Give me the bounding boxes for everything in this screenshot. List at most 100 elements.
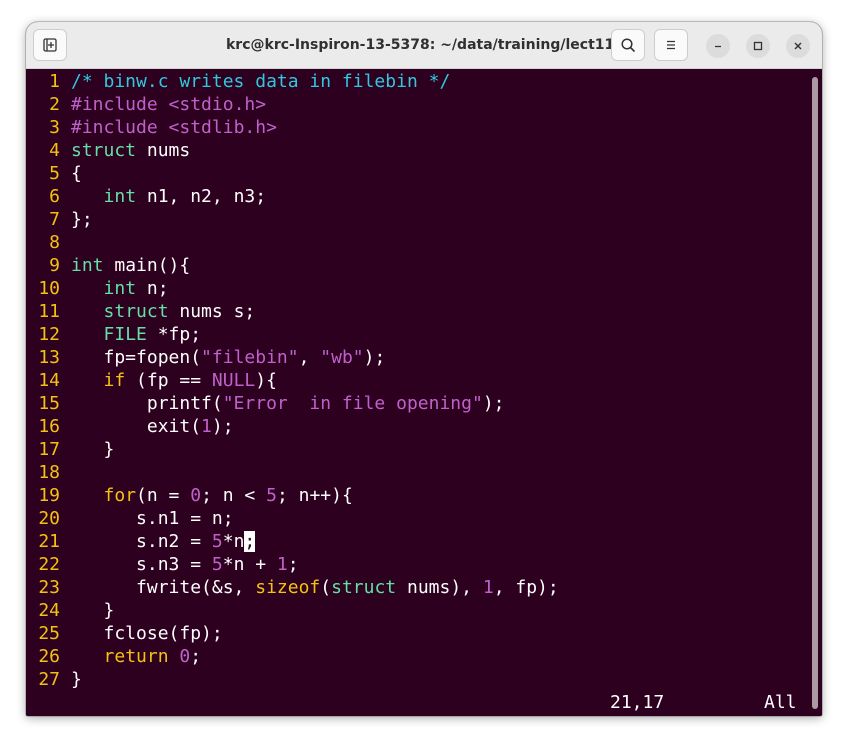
terminal-content[interactable]: 1 /* binw.c writes data in filebin */ 2 #in… — [26, 69, 822, 716]
minimize-button[interactable] — [706, 34, 730, 58]
code-token: ); — [482, 393, 505, 414]
code-line[interactable]: 14 if (fp == NULL){ — [26, 369, 559, 392]
line-number: 17 — [38, 439, 60, 460]
code-token: #include — [71, 117, 169, 138]
code-token: main(){ — [103, 255, 191, 276]
code-token: "wb" — [320, 347, 364, 368]
code-token: ; n++){ — [276, 485, 353, 506]
code-token: struct — [331, 577, 397, 598]
line-number: 18 — [38, 462, 60, 483]
line-number: 1 — [49, 71, 60, 92]
new-tab-icon — [43, 38, 57, 52]
title-bar[interactable]: krc@krc-Inspiron-13-5378: ~/data/trainin… — [26, 22, 822, 69]
code-token: <stdlib.h> — [168, 117, 277, 138]
minimize-icon — [715, 45, 721, 48]
code-token: 1 — [276, 554, 288, 575]
line-number: 21 — [38, 531, 60, 552]
vim-editor-buffer[interactable]: 1 /* binw.c writes data in filebin */ 2 #in… — [26, 70, 559, 691]
terminal-window: krc@krc-Inspiron-13-5378: ~/data/trainin… — [26, 22, 822, 716]
code-token: , fp); — [493, 577, 559, 598]
code-line[interactable]: 27} — [26, 668, 559, 691]
code-line[interactable]: 15 printf("Error in file opening"); — [26, 392, 559, 415]
code-token: struct — [71, 140, 137, 161]
code-token: s.n1 = n; — [71, 508, 234, 529]
code-token: for — [103, 485, 137, 506]
code-token: } — [71, 439, 115, 460]
line-number: 25 — [38, 623, 60, 644]
code-token: FILE — [103, 324, 147, 345]
code-token: sizeof — [255, 577, 321, 598]
code-line[interactable]: 4 struct nums — [26, 139, 559, 162]
code-line[interactable]: 16 exit(1); — [26, 415, 559, 438]
code-line[interactable]: 21 s.n2 = 5*n; — [26, 530, 559, 553]
code-line[interactable]: 23 fwrite(&s, sizeof(struct nums), 1, fp… — [26, 576, 559, 599]
code-token: (fp == — [125, 370, 212, 391]
code-line[interactable]: 12 FILE *fp; — [26, 323, 559, 346]
code-token: } — [71, 669, 82, 690]
code-line[interactable]: 3 #include <stdlib.h> — [26, 116, 559, 139]
code-line[interactable]: 11 struct nums s; — [26, 300, 559, 323]
code-line[interactable]: 20 s.n1 = n; — [26, 507, 559, 530]
line-number: 22 — [38, 554, 60, 575]
line-number: 24 — [38, 600, 60, 621]
line-number: 6 — [49, 186, 60, 207]
line-number: 27 — [38, 669, 60, 690]
code-line[interactable]: 6 int n1, n2, n3; — [26, 185, 559, 208]
code-line[interactable]: 17 } — [26, 438, 559, 461]
code-token: *fp; — [146, 324, 202, 345]
menu-button[interactable] — [654, 29, 688, 61]
code-line[interactable]: 18 — [26, 461, 559, 484]
text-cursor: ; — [244, 531, 256, 552]
code-token: ); — [211, 416, 234, 437]
line-number: 13 — [38, 347, 60, 368]
code-line[interactable]: 5{ — [26, 162, 559, 185]
line-number: 14 — [38, 370, 60, 391]
code-token: fwrite(&s, — [71, 577, 256, 598]
line-number: 5 — [49, 163, 60, 184]
line-number: 4 — [49, 140, 60, 161]
code-token: ){ — [255, 370, 277, 391]
line-number: 10 — [38, 278, 60, 299]
line-number: 23 — [38, 577, 60, 598]
code-line[interactable]: 10 int n; — [26, 277, 559, 300]
code-token: fp=fopen( — [71, 347, 202, 368]
close-button[interactable] — [786, 34, 810, 58]
window-title: krc@krc-Inspiron-13-5378: ~/data/trainin… — [226, 37, 615, 53]
line-number: 26 — [38, 646, 60, 667]
code-line[interactable]: 25 fclose(fp); — [26, 622, 559, 645]
line-number: 16 — [38, 416, 60, 437]
hamburger-menu-icon — [667, 40, 675, 50]
code-token: *n + — [222, 554, 277, 575]
code-line[interactable]: 7}; — [26, 208, 559, 231]
code-line[interactable]: 9 int main(){ — [26, 254, 559, 277]
search-button[interactable] — [611, 29, 645, 61]
code-line[interactable]: 22 s.n3 = 5*n + 1; — [26, 553, 559, 576]
code-token: *n — [222, 531, 245, 552]
new-tab-button[interactable] — [33, 29, 67, 61]
code-line[interactable]: 1 /* binw.c writes data in filebin */ — [26, 70, 559, 93]
line-number: 7 — [49, 209, 60, 230]
code-token: struct — [103, 301, 169, 322]
code-token: printf( — [71, 393, 223, 414]
code-token: n1, n2, n3; — [136, 186, 267, 207]
line-number: 8 — [49, 232, 60, 253]
code-line[interactable]: 8 — [26, 231, 559, 254]
code-token: NULL — [211, 370, 256, 391]
code-line[interactable]: 24 } — [26, 599, 559, 622]
code-line[interactable]: 13 fp=fopen("filebin", "wb"); — [26, 346, 559, 369]
maximize-button[interactable] — [746, 34, 770, 58]
maximize-icon — [753, 41, 763, 51]
code-token: 1 — [201, 416, 212, 437]
code-token: { — [71, 163, 82, 184]
code-line[interactable]: 26 return 0; — [26, 645, 559, 668]
code-line[interactable]: 2 #include <stdio.h> — [26, 93, 559, 116]
code-token: "filebin" — [201, 347, 299, 368]
code-token: 1 — [482, 577, 494, 598]
code-token: fclose(fp); — [71, 623, 223, 644]
scrollbar[interactable] — [812, 77, 818, 709]
code-token: <stdio.h> — [168, 94, 267, 115]
code-token: ; — [287, 554, 299, 575]
code-line[interactable]: 19 for(n = 0; n < 5; n++){ — [26, 484, 559, 507]
